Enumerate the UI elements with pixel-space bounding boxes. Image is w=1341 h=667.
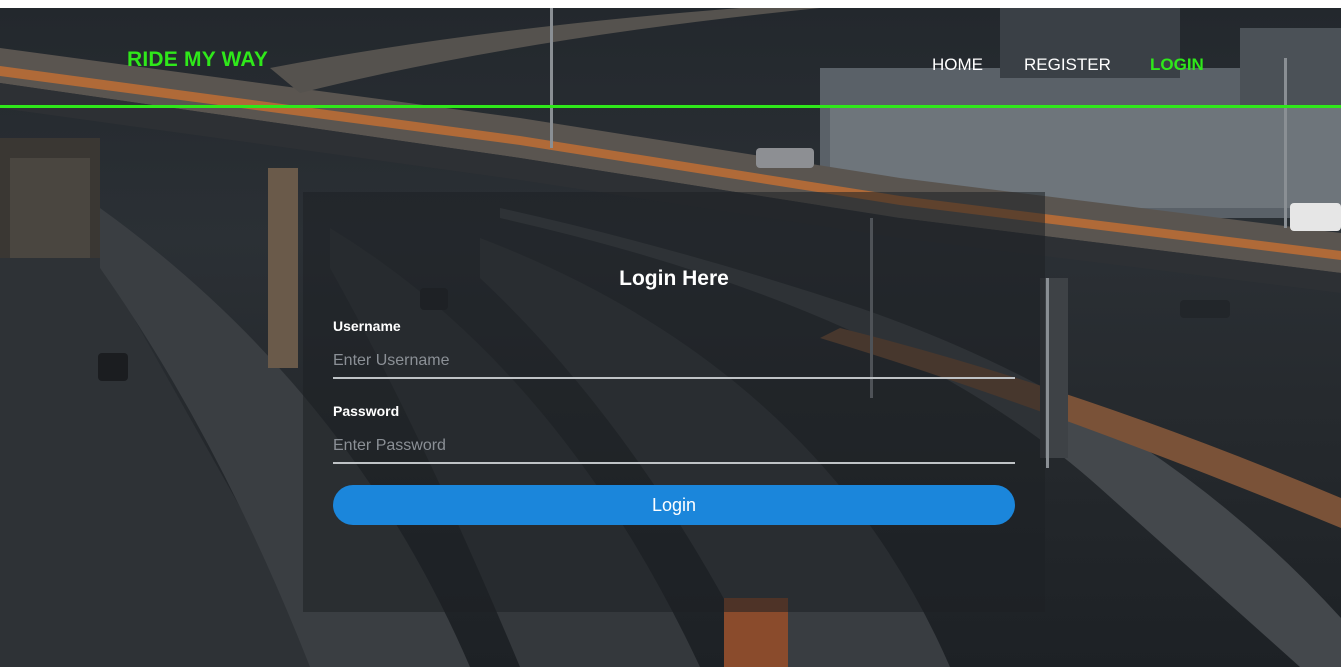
nav-link-register[interactable]: REGISTER [1024, 55, 1111, 75]
navbar-underline [0, 105, 1341, 108]
nav-link-home[interactable]: HOME [932, 55, 983, 75]
username-input[interactable] [333, 345, 1015, 379]
brand-logo[interactable]: RIDE MY WAY [127, 48, 268, 72]
top-navbar: RIDE MY WAY HOME REGISTER LOGIN [0, 8, 1341, 106]
login-form-panel: Login Here Username Password Login [303, 192, 1045, 612]
password-input[interactable] [333, 430, 1015, 464]
login-submit-button[interactable]: Login [333, 485, 1015, 525]
login-title: Login Here [619, 267, 729, 290]
nav-link-login[interactable]: LOGIN [1150, 55, 1204, 75]
password-label: Password [333, 403, 400, 419]
username-label: Username [333, 318, 401, 334]
